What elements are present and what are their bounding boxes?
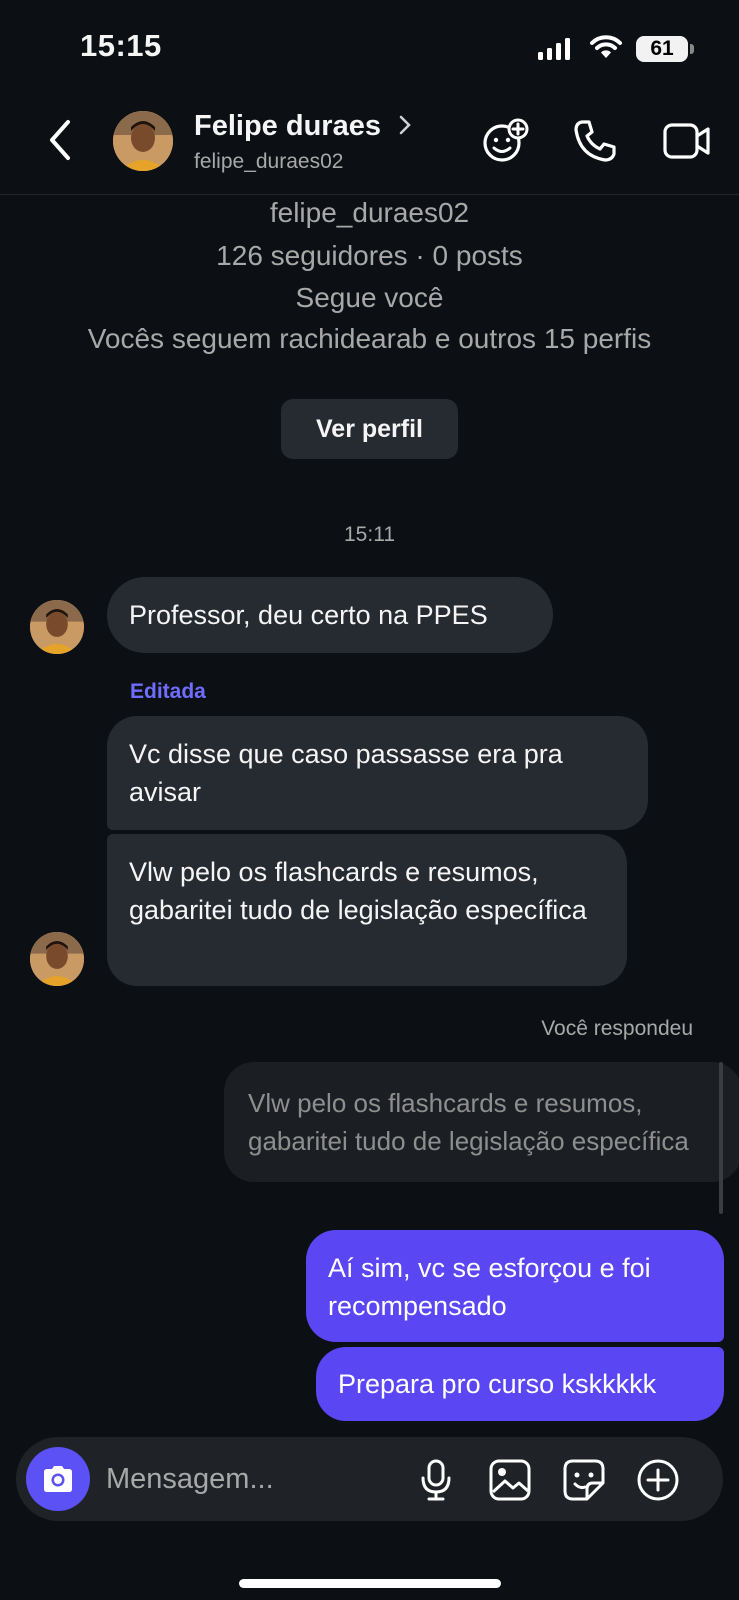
add-reaction-icon xyxy=(483,118,529,162)
gallery-icon xyxy=(489,1459,531,1501)
contact-username: felipe_duraes02 xyxy=(194,150,344,173)
outgoing-message[interactable]: Aí sim, vc se esforçou e foi recompensad… xyxy=(306,1230,724,1342)
chevron-right-icon[interactable] xyxy=(398,114,412,141)
plus-icon xyxy=(637,1459,679,1501)
quote-bar xyxy=(719,1062,723,1214)
home-indicator[interactable] xyxy=(239,1579,501,1588)
battery-icon: 61 xyxy=(636,36,688,62)
gallery-button[interactable] xyxy=(488,1458,532,1507)
person-avatar-icon xyxy=(113,111,173,171)
sticker-icon xyxy=(563,1459,605,1501)
incoming-message[interactable]: Vc disse que caso passasse era pra avisa… xyxy=(107,716,648,830)
microphone-icon xyxy=(421,1459,451,1501)
reply-label: Você respondeu xyxy=(541,1017,693,1040)
person-avatar-icon xyxy=(30,600,84,654)
message-text: Professor, deu certo na PPES xyxy=(129,600,488,630)
wifi-icon xyxy=(590,34,622,65)
contact-name[interactable]: Felipe duraes xyxy=(194,110,381,143)
voice-message-button[interactable] xyxy=(418,1458,454,1507)
message-text: Vlw pelo os flashcards e resumos, gabari… xyxy=(129,857,587,925)
battery-cap xyxy=(690,44,694,54)
signal-icon xyxy=(538,38,570,60)
message-input[interactable] xyxy=(106,1458,406,1500)
person-avatar-icon xyxy=(30,932,84,986)
chevron-left-icon xyxy=(50,120,70,160)
video-call-button[interactable] xyxy=(662,118,712,169)
message-text: Vc disse que caso passasse era pra avisa… xyxy=(129,739,563,807)
message-text: Aí sim, vc se esforçou e foi recompensad… xyxy=(328,1253,651,1321)
status-time: 15:15 xyxy=(80,28,162,63)
avatar[interactable] xyxy=(30,600,84,654)
add-reaction-button[interactable] xyxy=(482,118,530,169)
message-timestamp: 15:11 xyxy=(344,523,395,546)
video-camera-icon xyxy=(663,123,710,159)
camera-icon xyxy=(44,1466,72,1492)
more-options-button[interactable] xyxy=(636,1458,680,1507)
phone-icon xyxy=(574,120,616,162)
quoted-message[interactable]: Vlw pelo os flashcards e resumos, gabari… xyxy=(224,1062,739,1182)
edited-label[interactable]: Editada xyxy=(130,680,206,704)
follows-you-label: Segue você xyxy=(295,282,444,313)
view-profile-button[interactable]: Ver perfil xyxy=(281,399,458,459)
camera-button[interactable] xyxy=(26,1447,90,1511)
avatar[interactable] xyxy=(113,111,173,171)
profile-stats: 126 seguidores · 0 posts xyxy=(216,240,523,271)
sticker-button[interactable] xyxy=(562,1458,606,1507)
profile-username: felipe_duraes02 xyxy=(269,197,470,228)
message-text: Prepara pro curso kskkkkk xyxy=(338,1369,657,1399)
avatar[interactable] xyxy=(30,932,84,986)
mutual-followers: Vocês seguem rachidearab e outros 15 per… xyxy=(87,323,652,354)
incoming-message[interactable]: Vlw pelo os flashcards e resumos, gabari… xyxy=(107,834,627,986)
header-divider xyxy=(0,194,739,195)
back-button[interactable] xyxy=(44,118,76,167)
outgoing-message[interactable]: Prepara pro curso kskkkkk xyxy=(316,1347,724,1421)
call-button[interactable] xyxy=(572,118,618,169)
incoming-message[interactable]: Professor, deu certo na PPES xyxy=(107,577,553,653)
